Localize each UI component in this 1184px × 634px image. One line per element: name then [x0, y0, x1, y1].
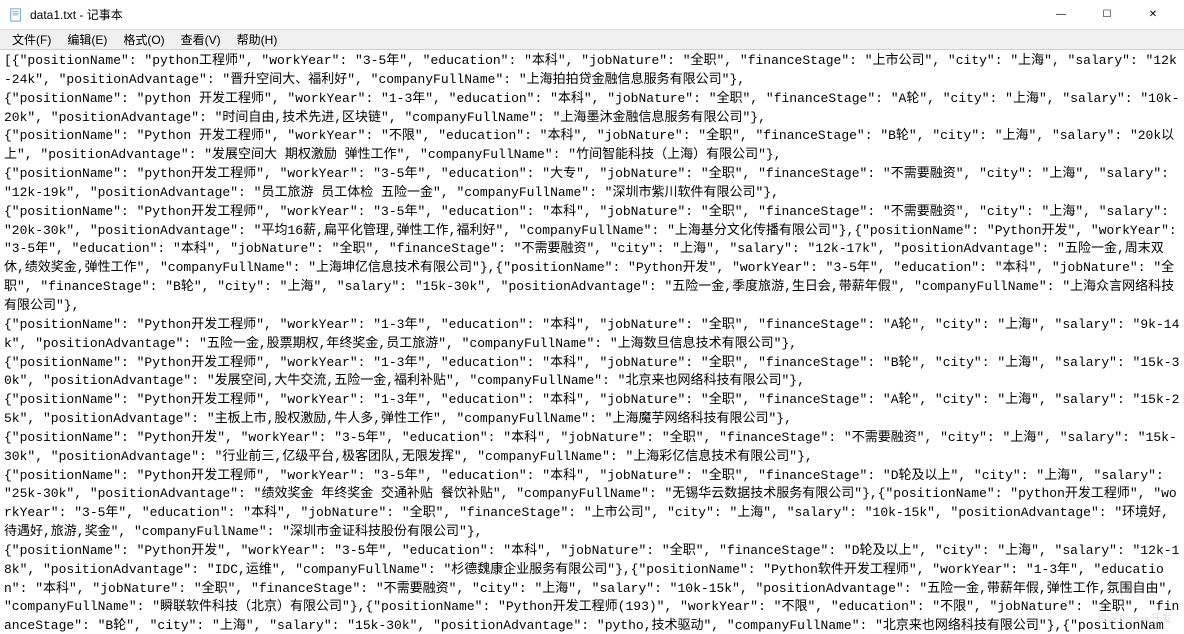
notepad-icon	[8, 7, 24, 23]
menu-view[interactable]: 查看(V)	[173, 29, 229, 50]
menu-edit[interactable]: 编辑(E)	[59, 29, 115, 50]
watermark: 资深Python开发	[1097, 610, 1172, 626]
close-button[interactable]: ✕	[1130, 0, 1176, 30]
title-bar: data1.txt - 记事本 — ☐ ✕	[0, 0, 1184, 30]
menu-file[interactable]: 文件(F)	[4, 29, 59, 50]
notepad-window: data1.txt - 记事本 — ☐ ✕ 文件(F) 编辑(E) 格式(O) …	[0, 0, 1184, 634]
window-controls: — ☐ ✕	[1038, 0, 1176, 30]
maximize-button[interactable]: ☐	[1084, 0, 1130, 30]
text-area[interactable]: [{"positionName": "python工程师", "workYear…	[0, 50, 1184, 634]
menu-bar: 文件(F) 编辑(E) 格式(O) 查看(V) 帮助(H)	[0, 30, 1184, 50]
window-title: data1.txt - 记事本	[30, 6, 1038, 23]
menu-format[interactable]: 格式(O)	[115, 29, 172, 50]
menu-help[interactable]: 帮助(H)	[229, 29, 286, 50]
minimize-button[interactable]: —	[1038, 0, 1084, 30]
